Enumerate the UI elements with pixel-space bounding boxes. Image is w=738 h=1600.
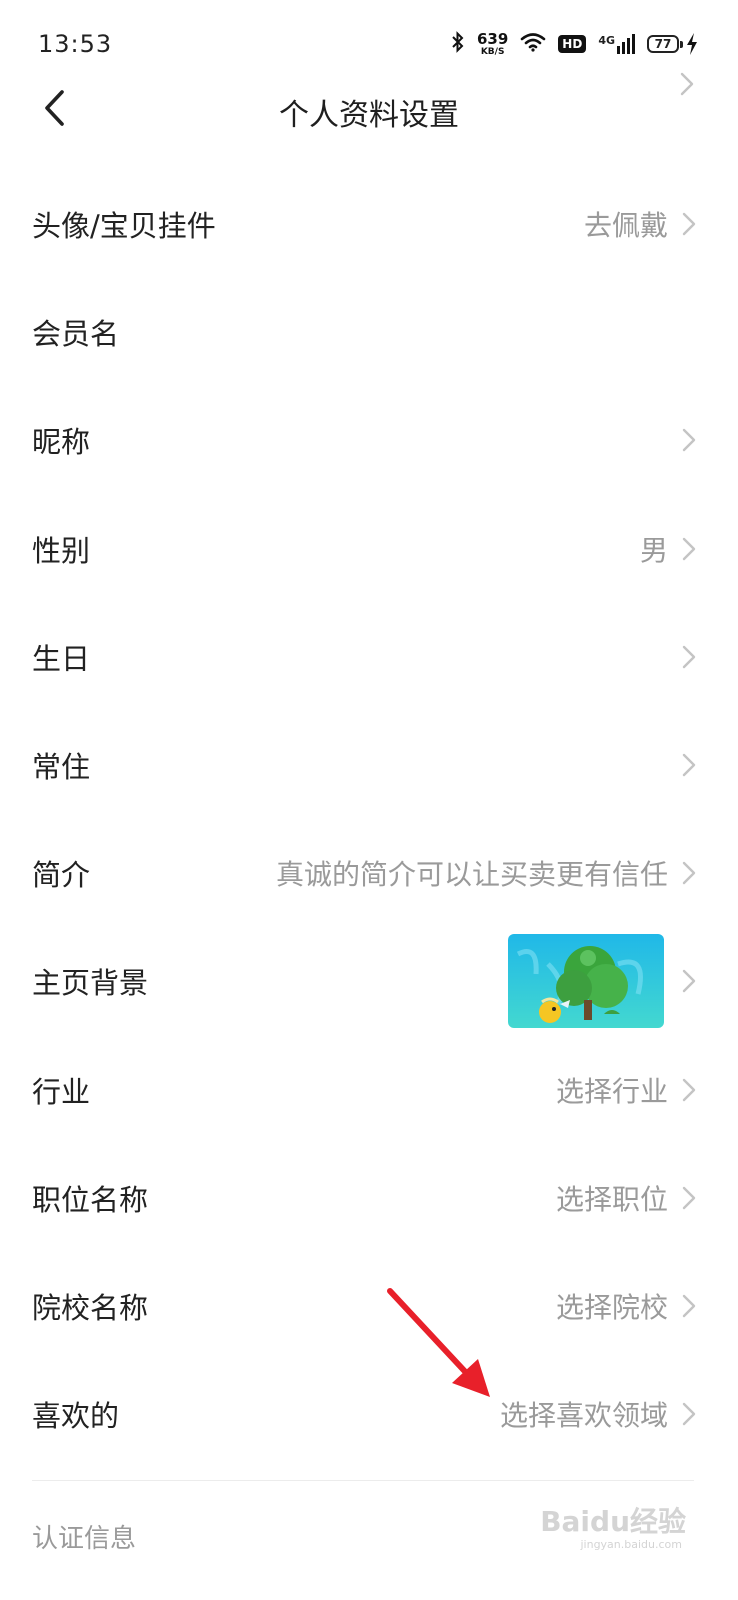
row-homepage-background[interactable]: 主页背景 [0,927,738,1035]
row-label: 会员名 [32,317,120,352]
chevron-right-icon [682,1078,696,1101]
row-label: 主页背景 [32,966,149,1001]
row-label: 昵称 [32,425,91,460]
row-label: 行业 [32,1074,91,1109]
row-value: 选择行业 [555,1074,668,1108]
section-divider [32,1480,694,1481]
row-label: 职位名称 [32,1182,149,1217]
row-label: 生日 [32,641,91,676]
row-favorite-fields[interactable]: 喜欢的 选择喜欢领域 [0,1360,738,1468]
baidu-watermark-url: jingyan.baidu.com [580,1538,682,1551]
row-industry[interactable]: 行业 选择行业 [0,1036,738,1144]
row-birthday[interactable]: 生日 [0,603,738,711]
baidu-watermark: Baidu经验 [540,1505,686,1538]
row-label: 院校名称 [32,1290,149,1325]
background-thumbnail [508,934,664,1029]
chevron-right-icon [682,429,696,452]
page-title: 个人资料设置 [279,98,459,133]
hd-badge: HD [558,35,587,53]
row-value: 真诚的简介可以让买卖更有信任 [275,858,668,892]
row-value: 去佩戴 [583,209,668,243]
signal-icon: 4G [598,34,635,54]
row-job-title[interactable]: 职位名称 选择职位 [0,1144,738,1252]
chevron-right-icon [682,1186,696,1209]
row-residence[interactable]: 常住 [0,711,738,819]
profile-settings-list: 头像/宝贝挂件 去佩戴 会员名 昵称 性别 男 生日 常住 简介 真诚的简介可以… [0,170,738,1468]
section-label-certification: 认证信息 [32,1524,137,1554]
status-time: 13:53 [38,30,113,58]
chevron-right-icon [682,645,696,669]
chevron-right-icon [682,862,696,885]
chevron-right-icon [682,753,696,777]
row-label: 性别 [32,533,91,568]
chevron-right-icon [682,537,696,560]
row-value: 男 [639,533,668,567]
chevron-right-icon [682,1402,696,1426]
net-speed-indicator: 639 KB/S [476,29,509,57]
nav-bar: 个人资料设置 [0,70,738,146]
row-gender[interactable]: 性别 男 [0,495,738,603]
row-school[interactable]: 院校名称 选择院校 [0,1252,738,1360]
chevron-right-icon [682,1294,696,1318]
row-label: 简介 [32,858,91,893]
battery-icon: 77 [647,33,698,55]
row-label: 头像/宝贝挂件 [32,209,216,244]
bluetooth-icon [451,31,465,57]
row-value: 选择职位 [555,1182,668,1216]
row-label: 喜欢的 [32,1399,120,1434]
row-avatar-pendant[interactable]: 头像/宝贝挂件 去佩戴 [0,170,738,278]
chevron-right-icon [680,72,694,96]
status-icons: 639 KB/S HD 4G 77 [451,28,698,60]
row-bio[interactable]: 简介 真诚的简介可以让买卖更有信任 [0,819,738,927]
row-nickname[interactable]: 昵称 [0,386,738,494]
chevron-right-icon [682,970,696,993]
row-value: 选择院校 [555,1290,668,1324]
wifi-icon [520,32,546,56]
chevron-right-icon [682,212,696,236]
row-label: 常住 [32,750,91,785]
row-value: 选择喜欢领域 [499,1399,668,1433]
row-member-name: 会员名 [0,278,738,386]
